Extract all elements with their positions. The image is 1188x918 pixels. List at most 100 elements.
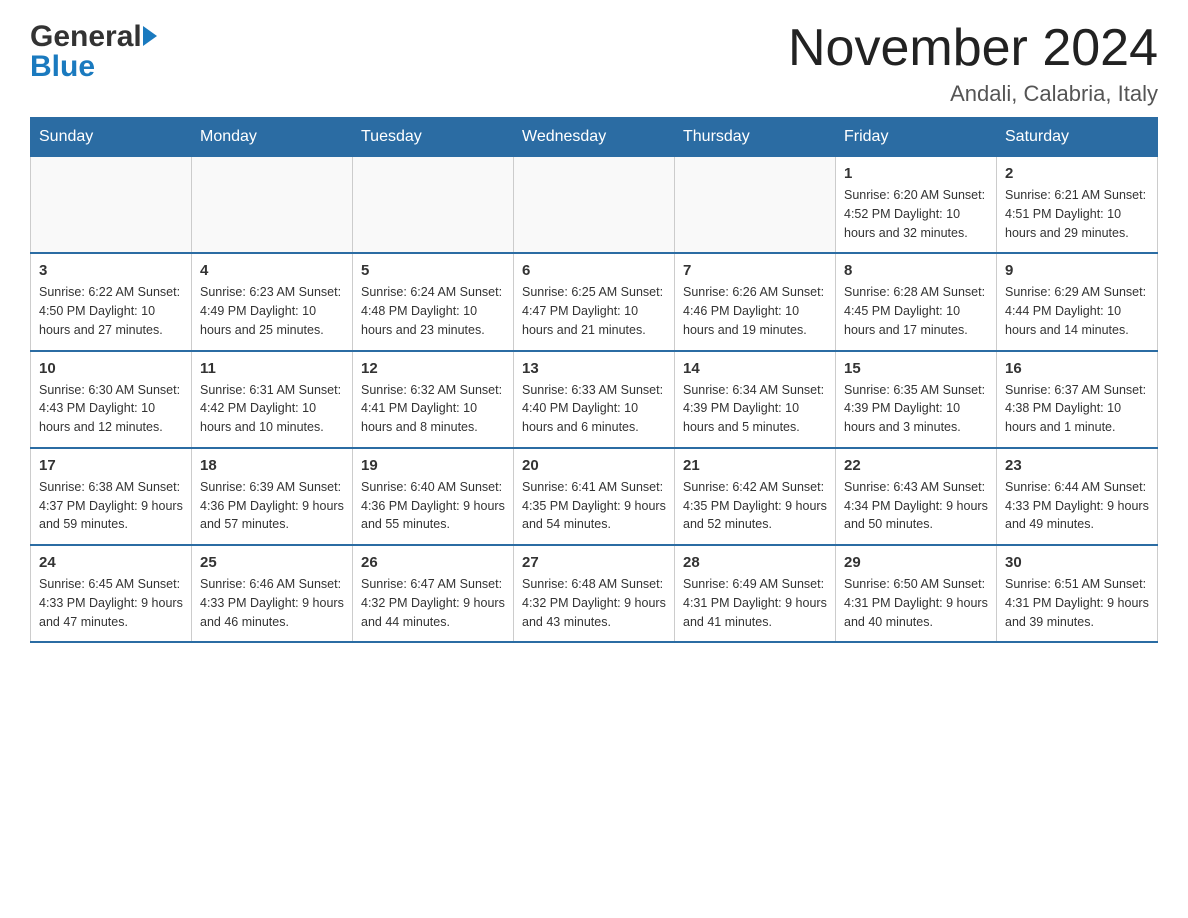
calendar-day-cell: 11 Sunrise: 6:31 AM Sunset: 4:42 PM Dayli… (192, 351, 353, 448)
day-info: Sunrise: 6:31 AM Sunset: 4:42 PM Dayligh… (200, 381, 344, 437)
calendar-header-row: SundayMondayTuesdayWednesdayThursdayFrid… (31, 118, 1158, 157)
day-number: 24 (39, 554, 183, 571)
day-info: Sunrise: 6:38 AM Sunset: 4:37 PM Dayligh… (39, 478, 183, 534)
calendar-week-row: 10 Sunrise: 6:30 AM Sunset: 4:43 PM Dayli… (31, 351, 1158, 448)
day-number: 7 (683, 262, 827, 279)
day-number: 25 (200, 554, 344, 571)
calendar-day-cell: 7 Sunrise: 6:26 AM Sunset: 4:46 PM Daylig… (675, 253, 836, 350)
day-info: Sunrise: 6:24 AM Sunset: 4:48 PM Dayligh… (361, 283, 505, 339)
day-number: 30 (1005, 554, 1149, 571)
day-info: Sunrise: 6:47 AM Sunset: 4:32 PM Dayligh… (361, 575, 505, 631)
day-of-week-header: Monday (192, 118, 353, 157)
calendar-day-cell: 13 Sunrise: 6:33 AM Sunset: 4:40 PM Dayli… (514, 351, 675, 448)
day-number: 29 (844, 554, 988, 571)
day-number: 10 (39, 360, 183, 377)
day-info: Sunrise: 6:29 AM Sunset: 4:44 PM Dayligh… (1005, 283, 1149, 339)
calendar-week-row: 17 Sunrise: 6:38 AM Sunset: 4:37 PM Dayli… (31, 448, 1158, 545)
day-number: 8 (844, 262, 988, 279)
day-number: 3 (39, 262, 183, 279)
calendar-table: SundayMondayTuesdayWednesdayThursdayFrid… (30, 117, 1158, 643)
day-info: Sunrise: 6:26 AM Sunset: 4:46 PM Dayligh… (683, 283, 827, 339)
day-number: 15 (844, 360, 988, 377)
day-info: Sunrise: 6:35 AM Sunset: 4:39 PM Dayligh… (844, 381, 988, 437)
day-info: Sunrise: 6:21 AM Sunset: 4:51 PM Dayligh… (1005, 186, 1149, 242)
day-number: 20 (522, 457, 666, 474)
day-info: Sunrise: 6:40 AM Sunset: 4:36 PM Dayligh… (361, 478, 505, 534)
day-info: Sunrise: 6:37 AM Sunset: 4:38 PM Dayligh… (1005, 381, 1149, 437)
day-info: Sunrise: 6:39 AM Sunset: 4:36 PM Dayligh… (200, 478, 344, 534)
day-info: Sunrise: 6:43 AM Sunset: 4:34 PM Dayligh… (844, 478, 988, 534)
calendar-day-cell: 20 Sunrise: 6:41 AM Sunset: 4:35 PM Dayli… (514, 448, 675, 545)
day-info: Sunrise: 6:42 AM Sunset: 4:35 PM Dayligh… (683, 478, 827, 534)
calendar-day-cell: 21 Sunrise: 6:42 AM Sunset: 4:35 PM Dayli… (675, 448, 836, 545)
day-info: Sunrise: 6:46 AM Sunset: 4:33 PM Dayligh… (200, 575, 344, 631)
day-info: Sunrise: 6:32 AM Sunset: 4:41 PM Dayligh… (361, 381, 505, 437)
day-number: 2 (1005, 165, 1149, 182)
calendar-day-cell: 3Sunrise: 6:22 AM Sunset: 4:50 PM Daylig… (31, 253, 192, 350)
day-of-week-header: Sunday (31, 118, 192, 157)
day-number: 28 (683, 554, 827, 571)
day-info: Sunrise: 6:23 AM Sunset: 4:49 PM Dayligh… (200, 283, 344, 339)
calendar-week-row: 1 Sunrise: 6:20 AM Sunset: 4:52 PM Daylig… (31, 157, 1158, 254)
calendar-day-cell (675, 157, 836, 254)
calendar-week-row: 3Sunrise: 6:22 AM Sunset: 4:50 PM Daylig… (31, 253, 1158, 350)
calendar-day-cell: 5 Sunrise: 6:24 AM Sunset: 4:48 PM Daylig… (353, 253, 514, 350)
calendar-day-cell: 17 Sunrise: 6:38 AM Sunset: 4:37 PM Dayli… (31, 448, 192, 545)
logo-arrow-icon (143, 26, 157, 46)
calendar-day-cell: 12 Sunrise: 6:32 AM Sunset: 4:41 PM Dayli… (353, 351, 514, 448)
calendar-week-row: 24 Sunrise: 6:45 AM Sunset: 4:33 PM Dayli… (31, 545, 1158, 642)
calendar-day-cell: 25 Sunrise: 6:46 AM Sunset: 4:33 PM Dayli… (192, 545, 353, 642)
calendar-day-cell: 8 Sunrise: 6:28 AM Sunset: 4:45 PM Daylig… (836, 253, 997, 350)
day-number: 11 (200, 360, 344, 377)
day-number: 16 (1005, 360, 1149, 377)
calendar-day-cell: 9Sunrise: 6:29 AM Sunset: 4:44 PM Daylig… (997, 253, 1158, 350)
day-info: Sunrise: 6:33 AM Sunset: 4:40 PM Dayligh… (522, 381, 666, 437)
calendar-day-cell: 1 Sunrise: 6:20 AM Sunset: 4:52 PM Daylig… (836, 157, 997, 254)
logo-general-text: General (30, 20, 157, 54)
calendar-day-cell: 19 Sunrise: 6:40 AM Sunset: 4:36 PM Dayli… (353, 448, 514, 545)
calendar-day-cell: 16 Sunrise: 6:37 AM Sunset: 4:38 PM Dayli… (997, 351, 1158, 448)
calendar-day-cell: 29Sunrise: 6:50 AM Sunset: 4:31 PM Dayli… (836, 545, 997, 642)
calendar-day-cell (31, 157, 192, 254)
day-number: 27 (522, 554, 666, 571)
calendar-day-cell: 2 Sunrise: 6:21 AM Sunset: 4:51 PM Daylig… (997, 157, 1158, 254)
day-number: 4 (200, 262, 344, 279)
day-number: 17 (39, 457, 183, 474)
day-info: Sunrise: 6:34 AM Sunset: 4:39 PM Dayligh… (683, 381, 827, 437)
calendar-day-cell: 26 Sunrise: 6:47 AM Sunset: 4:32 PM Dayli… (353, 545, 514, 642)
day-number: 21 (683, 457, 827, 474)
calendar-day-cell: 4 Sunrise: 6:23 AM Sunset: 4:49 PM Daylig… (192, 253, 353, 350)
day-info: Sunrise: 6:44 AM Sunset: 4:33 PM Dayligh… (1005, 478, 1149, 534)
logo-blue-text: Blue (30, 50, 95, 84)
day-number: 1 (844, 165, 988, 182)
title-section: November 2024 Andali, Calabria, Italy (788, 20, 1158, 107)
calendar-day-cell: 6Sunrise: 6:25 AM Sunset: 4:47 PM Daylig… (514, 253, 675, 350)
day-number: 14 (683, 360, 827, 377)
day-info: Sunrise: 6:28 AM Sunset: 4:45 PM Dayligh… (844, 283, 988, 339)
day-info: Sunrise: 6:41 AM Sunset: 4:35 PM Dayligh… (522, 478, 666, 534)
calendar-day-cell: 15 Sunrise: 6:35 AM Sunset: 4:39 PM Dayli… (836, 351, 997, 448)
day-number: 13 (522, 360, 666, 377)
calendar-day-cell: 23 Sunrise: 6:44 AM Sunset: 4:33 PM Dayli… (997, 448, 1158, 545)
calendar-day-cell: 28Sunrise: 6:49 AM Sunset: 4:31 PM Dayli… (675, 545, 836, 642)
day-info: Sunrise: 6:48 AM Sunset: 4:32 PM Dayligh… (522, 575, 666, 631)
day-number: 12 (361, 360, 505, 377)
day-number: 23 (1005, 457, 1149, 474)
page-header: General Blue November 2024 Andali, Calab… (30, 20, 1158, 107)
calendar-day-cell: 30 Sunrise: 6:51 AM Sunset: 4:31 PM Dayli… (997, 545, 1158, 642)
month-title: November 2024 (788, 20, 1158, 77)
day-info: Sunrise: 6:30 AM Sunset: 4:43 PM Dayligh… (39, 381, 183, 437)
day-of-week-header: Tuesday (353, 118, 514, 157)
day-number: 19 (361, 457, 505, 474)
day-info: Sunrise: 6:45 AM Sunset: 4:33 PM Dayligh… (39, 575, 183, 631)
location-subtitle: Andali, Calabria, Italy (788, 81, 1158, 107)
day-number: 26 (361, 554, 505, 571)
day-number: 5 (361, 262, 505, 279)
logo: General Blue (30, 20, 157, 84)
calendar-day-cell (514, 157, 675, 254)
day-info: Sunrise: 6:51 AM Sunset: 4:31 PM Dayligh… (1005, 575, 1149, 631)
day-number: 6 (522, 262, 666, 279)
calendar-day-cell: 27 Sunrise: 6:48 AM Sunset: 4:32 PM Dayli… (514, 545, 675, 642)
day-of-week-header: Saturday (997, 118, 1158, 157)
day-info: Sunrise: 6:20 AM Sunset: 4:52 PM Dayligh… (844, 186, 988, 242)
